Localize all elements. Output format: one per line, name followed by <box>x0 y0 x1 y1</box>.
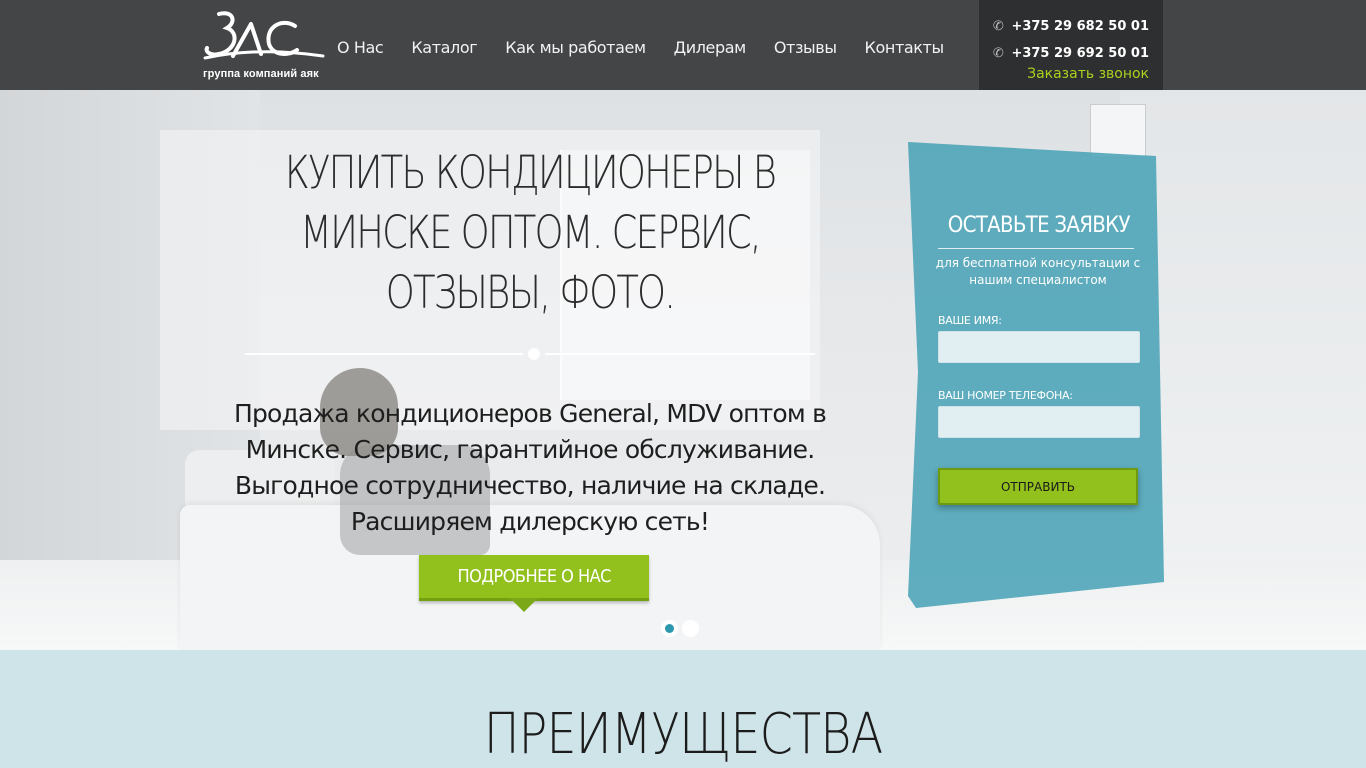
contacts-block: ✆ +375 29 682 50 01 ✆ +375 29 692 50 01 … <box>979 0 1163 90</box>
nav-how-we-work[interactable]: Как мы работаем <box>505 38 646 57</box>
request-form-panel <box>908 142 1164 608</box>
company-logo[interactable]: группа компаний аяк <box>203 10 327 82</box>
slider-pagination <box>661 620 703 637</box>
nav-dealers[interactable]: Дилерам <box>674 38 747 57</box>
nav-contacts[interactable]: Контакты <box>865 38 945 57</box>
order-call-link[interactable]: Заказать звонок <box>1027 66 1149 82</box>
logo-subtitle: группа компаний аяк <box>203 68 319 80</box>
form-ribbon-shape <box>908 142 1164 608</box>
phone-input[interactable] <box>938 406 1140 438</box>
slider-dot-1[interactable] <box>661 620 678 637</box>
hero-subtitle: Продажа кондиционеров General, MDV оптом… <box>233 399 827 536</box>
nav-catalog[interactable]: Каталог <box>411 38 477 57</box>
send-button[interactable]: ОТПРАВИТЬ <box>938 468 1138 505</box>
logo-mark-icon <box>203 11 325 60</box>
button-arrow-icon <box>510 598 538 612</box>
phone-label: ВАШ НОМЕР ТЕЛЕФОНА: <box>938 389 1073 402</box>
hero-title: КУПИТЬ КОНДИЦИОНЕРЫ В МИНСКЕ ОПТОМ. СЕРВ… <box>284 146 777 319</box>
form-description: для бесплатной консультации с нашим спец… <box>935 256 1141 287</box>
phone-icon: ✆ <box>992 19 1004 34</box>
phone-2[interactable]: ✆ +375 29 692 50 01 <box>993 46 1149 61</box>
nav-about[interactable]: О Нас <box>337 38 384 57</box>
phone-1[interactable]: ✆ +375 29 682 50 01 <box>993 19 1149 34</box>
site-header: группа компаний аяк О Нас Каталог Как мы… <box>0 0 1366 90</box>
slider-dot-2[interactable] <box>682 620 699 637</box>
main-nav: О Нас Каталог Как мы работаем Дилерам От… <box>337 38 972 57</box>
advantages-section: ПРЕИМУЩЕСТВА <box>0 650 1366 768</box>
hero-divider <box>245 348 815 360</box>
nav-reviews[interactable]: Отзывы <box>774 38 837 57</box>
advantages-title: ПРЕИМУЩЕСТВА <box>483 702 883 767</box>
form-title: ОСТАВЬТЕ ЗАЯВКУ <box>947 213 1131 238</box>
phone-2-number: +375 29 692 50 01 <box>1011 46 1149 61</box>
more-about-us-label: ПОДРОБНЕЕ О НАС <box>457 566 611 587</box>
form-title-rule <box>938 248 1134 249</box>
phone-icon: ✆ <box>992 46 1004 61</box>
more-about-us-button[interactable]: ПОДРОБНЕЕ О НАС <box>419 555 649 601</box>
name-label: ВАШЕ ИМЯ: <box>938 314 1002 327</box>
name-input[interactable] <box>938 331 1140 363</box>
phone-1-number: +375 29 682 50 01 <box>1011 19 1149 34</box>
